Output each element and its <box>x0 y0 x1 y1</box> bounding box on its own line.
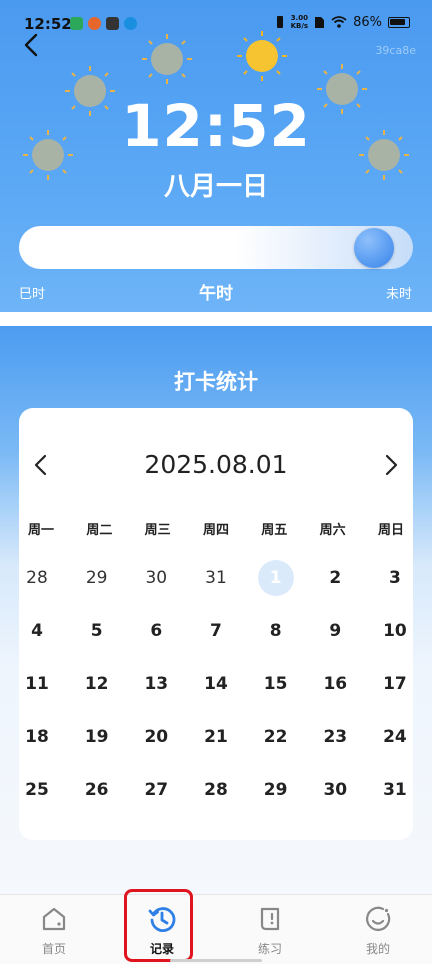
calendar-day[interactable]: 9 <box>317 613 353 649</box>
nav-label-profile: 我的 <box>365 942 390 956</box>
calendar-grid: 28 29 30 31 1 2 3 4 5 6 7 8 9 10 11 12 1… <box>19 560 413 825</box>
calendar-day[interactable]: 19 <box>79 719 115 755</box>
shichen-next: 未时 <box>385 287 412 302</box>
app-notification-icon <box>70 17 83 30</box>
nav-item-practice[interactable]: 练习 <box>216 895 324 964</box>
smile-icon <box>366 906 391 931</box>
calendar-day[interactable]: 22 <box>258 719 294 755</box>
weekday-label: 周六 <box>319 523 346 538</box>
clock-time: 12:52 <box>121 92 311 160</box>
calendar-day[interactable]: 3 <box>377 560 413 596</box>
calendar-day[interactable]: 23 <box>317 719 353 755</box>
calendar-day[interactable]: 26 <box>79 772 115 808</box>
calendar-day[interactable]: 17 <box>377 666 413 702</box>
calendar-day[interactable]: 7 <box>198 613 234 649</box>
calendar-week: 25 26 27 28 29 30 31 <box>19 772 413 825</box>
vibrate-icon <box>276 16 283 28</box>
weekday-label: 周一 <box>27 523 54 538</box>
calendar-day[interactable]: 30 <box>317 772 353 808</box>
calendar-day[interactable]: 29 <box>79 560 115 596</box>
nav-label-practice: 练习 <box>257 942 282 956</box>
status-right: 3.00 KB/s 86% <box>275 14 410 30</box>
message-icon <box>106 17 119 30</box>
calendar-day[interactable]: 8 <box>258 613 294 649</box>
calendar-day[interactable]: 31 <box>377 772 413 808</box>
net-speed-value: 3.00 <box>290 14 308 22</box>
clock-date: 八月一日 <box>163 172 268 202</box>
divider <box>0 312 432 326</box>
status-bar: 12:52 3.00 KB/s 86% <box>0 0 432 52</box>
shichen-slider-thumb[interactable] <box>353 228 394 268</box>
calendar-day-selected[interactable]: 1 <box>257 560 294 596</box>
sun-icon-active <box>237 31 287 81</box>
calendar-day[interactable]: 12 <box>79 666 115 702</box>
weekday-label: 周二 <box>86 523 113 538</box>
stats-title: 打卡统计 <box>174 370 258 394</box>
calendar-day[interactable]: 25 <box>19 772 55 808</box>
nav-item-home[interactable]: 首页 <box>0 895 108 964</box>
sim-icon <box>315 16 325 28</box>
calendar-week: 4 5 6 7 8 9 10 <box>19 613 413 666</box>
calendar-day[interactable]: 14 <box>198 666 234 702</box>
battery-percent: 86% <box>353 14 382 30</box>
wifi-icon <box>331 16 347 28</box>
app-link-icon <box>124 17 137 30</box>
calendar-week: 11 12 13 14 15 16 17 <box>19 666 413 719</box>
calendar-card: 2025.08.01 周一 周二 周三 周四 周五 周六 周日 28 29 30… <box>19 408 413 840</box>
calendar-day[interactable]: 13 <box>138 666 174 702</box>
calendar-day[interactable]: 28 <box>198 772 234 808</box>
calendar-day[interactable]: 21 <box>198 719 234 755</box>
calendar-day[interactable]: 29 <box>258 772 294 808</box>
calendar-day[interactable]: 31 <box>198 560 234 596</box>
chevron-right-icon[interactable] <box>381 452 401 478</box>
weekday-header: 周一 周二 周三 周四 周五 周六 周日 <box>19 519 413 538</box>
weekday-label: 周三 <box>144 523 171 538</box>
calendar-day[interactable]: 5 <box>79 613 115 649</box>
calendar-day[interactable]: 18 <box>19 719 55 755</box>
calendar-day[interactable]: 2 <box>317 560 353 596</box>
calendar-day[interactable]: 27 <box>138 772 174 808</box>
shichen-current: 午时 <box>199 284 233 304</box>
calendar-month: 2025.08.01 <box>144 450 288 479</box>
weekday-label: 周五 <box>261 523 288 538</box>
calendar-week: 18 19 20 21 22 23 24 <box>19 719 413 772</box>
sun-icon <box>142 34 192 84</box>
nav-label-home: 首页 <box>41 942 66 956</box>
calendar-day[interactable]: 30 <box>138 560 174 596</box>
calendar-week: 28 29 30 31 1 2 3 <box>19 560 413 613</box>
battery-icon <box>388 16 410 28</box>
calendar-day[interactable]: 16 <box>317 666 353 702</box>
weibo-icon <box>88 17 101 30</box>
back-icon[interactable] <box>18 30 44 60</box>
calendar-day[interactable]: 20 <box>138 719 174 755</box>
home-indicator[interactable] <box>170 959 262 962</box>
calendar-day[interactable]: 11 <box>19 666 55 702</box>
watermark: 39ca8e <box>375 44 416 57</box>
calendar-day[interactable]: 6 <box>138 613 174 649</box>
notification-icons <box>70 17 137 30</box>
calendar-day[interactable]: 24 <box>377 719 413 755</box>
weekday-label: 周四 <box>202 523 229 538</box>
book-icon <box>260 907 280 931</box>
calendar-day[interactable]: 4 <box>19 613 55 649</box>
nav-item-profile[interactable]: 我的 <box>324 895 432 964</box>
calendar-day[interactable]: 15 <box>258 666 294 702</box>
calendar-day[interactable]: 28 <box>19 560 55 596</box>
net-speed: 3.00 KB/s <box>291 14 308 30</box>
weekday-label: 周日 <box>377 523 404 538</box>
annotation-highlight-box <box>124 889 193 962</box>
calendar-day[interactable]: 10 <box>377 613 413 649</box>
home-icon <box>42 907 66 931</box>
net-speed-unit: KB/s <box>290 22 309 30</box>
bottom-nav: 首页 记录 练习 我的 <box>0 894 432 964</box>
